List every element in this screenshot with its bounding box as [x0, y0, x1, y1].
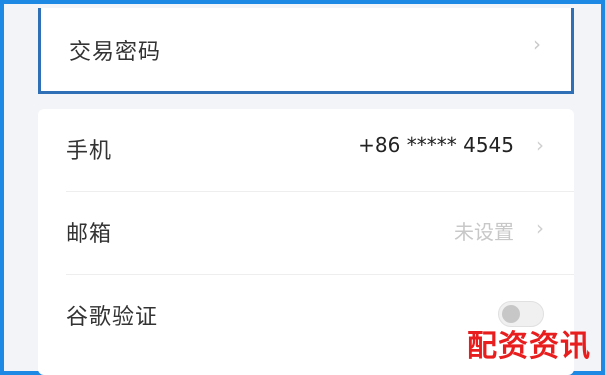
google-auth-label: 谷歌验证 [66, 305, 159, 330]
chevron-right-icon: › [536, 216, 544, 240]
watermark-text: 配资资讯 [467, 329, 591, 364]
screen-frame: 交易密码 › 手机 +86 ***** 4545 › 邮箱 未设置 › 谷歌验证… [0, 0, 605, 375]
trade-password-label: 交易密码 [69, 40, 162, 65]
chevron-right-icon: › [533, 32, 541, 56]
chevron-right-icon: › [536, 133, 544, 157]
phone-value: +86 ***** 4545 [358, 133, 514, 157]
email-label: 邮箱 [66, 222, 113, 247]
trade-password-row[interactable]: 交易密码 › [38, 8, 574, 94]
email-value: 未设置 [454, 220, 514, 244]
email-row[interactable]: 邮箱 未设置 › [38, 192, 574, 274]
phone-label: 手机 [66, 139, 113, 164]
phone-row[interactable]: 手机 +86 ***** 4545 › [38, 109, 574, 191]
